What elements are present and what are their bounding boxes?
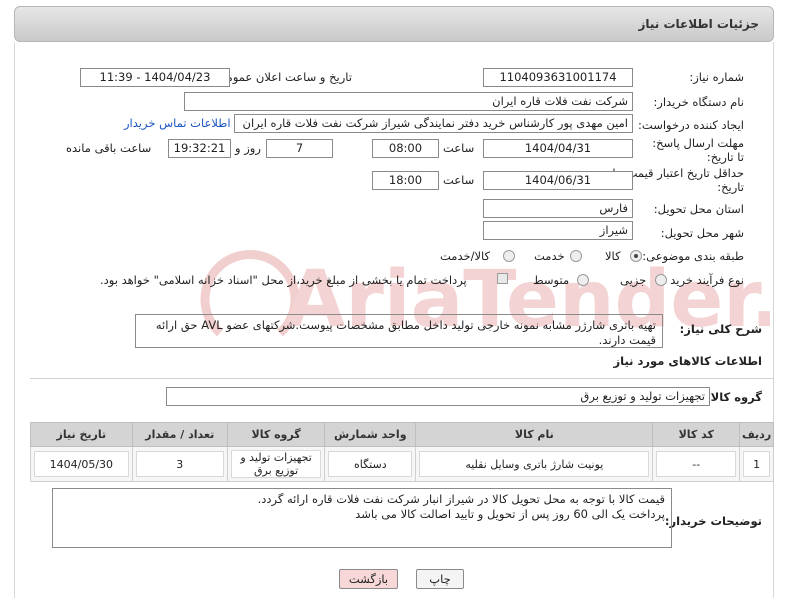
col-name: نام کالا	[415, 422, 654, 447]
buyer-notes-field: قیمت کالا با توجه به محل تحویل کالا در ش…	[52, 488, 672, 548]
delivery-city-label: شهر محل تحویل:	[660, 226, 744, 240]
print-button[interactable]: چاپ	[416, 569, 464, 589]
goods-group-field: تجهیزات تولید و توزیع برق	[166, 387, 710, 406]
buyer-org-field: شرکت نفت فلات قاره ایران	[184, 92, 633, 111]
category-option-goods: کالا	[605, 249, 621, 263]
back-button[interactable]: بازگشت	[339, 569, 398, 589]
requester-label: ایجاد کننده درخواست:	[638, 118, 744, 132]
delivery-province-label: استان محل تحویل:	[653, 202, 744, 216]
process-radio-medium[interactable]	[577, 274, 589, 286]
process-radio-minor[interactable]	[655, 274, 667, 286]
description-label: شرح کلی نیاز:	[679, 322, 762, 336]
price-validity-time: 18:00	[372, 171, 439, 190]
announce-datetime-label: تاریخ و ساعت اعلان عمومی:	[213, 70, 352, 84]
process-type-label: نوع فرآیند خرید :	[662, 273, 744, 287]
category-option-service: خدمت	[534, 249, 565, 263]
reply-deadline-label: مهلت ارسال پاسخ: تا تاریخ:	[652, 136, 744, 164]
col-need-date: تاریخ نیاز	[30, 422, 133, 447]
page-title: جزئیات اطلاعات نیاز	[638, 17, 759, 31]
cell-code: --	[652, 446, 741, 482]
requester-field: امین مهدی پور کارشناس خرید دفتر نمایندگی…	[234, 114, 633, 133]
buyer-contact-link[interactable]: اطلاعات تماس خریدار	[124, 116, 231, 130]
cell-row: 1	[739, 446, 774, 482]
category-radio-goods-service[interactable]	[503, 250, 515, 262]
remaining-time-label: ساعت باقی مانده	[66, 141, 152, 155]
col-quantity: تعداد / مقدار	[131, 422, 228, 447]
buyer-notes-line-2: پرداخت یک الی 60 روز پس از تحویل و تایید…	[355, 507, 665, 521]
buyer-notes-label: توضیحات خریدار:	[664, 514, 762, 528]
goods-table-header: ردیف کد کالا نام کالا واحد شمارش گروه کا…	[30, 422, 774, 447]
col-code: کد کالا	[652, 422, 741, 447]
need-number-field: 1104093631001174	[483, 68, 633, 87]
col-row: ردیف	[739, 422, 774, 447]
process-option-medium: متوسط	[533, 273, 570, 287]
col-unit: واحد شمارش	[324, 422, 417, 447]
category-radio-goods[interactable]	[630, 250, 642, 262]
cell-group: تجهیزات تولید و توزیع برق	[226, 446, 326, 482]
treasury-payment-note: پرداخت تمام یا بخشی از مبلغ خرید،از محل …	[100, 273, 467, 287]
delivery-city-field: شیراز	[483, 221, 633, 240]
cell-quantity: 3	[131, 446, 228, 482]
reply-deadline-time: 08:00	[372, 139, 439, 158]
description-field: تهیه باتری شارژر مشابه نمونه خارجی تولید…	[135, 314, 663, 348]
table-row: 1 -- یونیت شارژ باتری وسایل نقلیه دستگاه…	[30, 446, 774, 482]
goods-group-label: گروه کالا:	[706, 390, 762, 404]
buyer-notes-line-1: قیمت کالا با توجه به محل تحویل کالا در ش…	[257, 492, 665, 506]
cell-name: یونیت شارژ باتری وسایل نقلیه	[415, 446, 654, 482]
goods-divider	[30, 378, 774, 379]
treasury-payment-checkbox[interactable]	[497, 273, 508, 284]
price-validity-date: 1404/06/31	[483, 171, 633, 190]
col-group: گروه کالا	[226, 422, 326, 447]
need-number-label: شماره نیاز:	[689, 70, 744, 84]
category-option-goods-service: کالا/خدمت	[440, 249, 491, 263]
buyer-org-label: نام دستگاه خریدار:	[653, 95, 744, 109]
goods-section-title: اطلاعات کالاهای مورد نیاز	[613, 354, 762, 368]
cell-need-date: 1404/05/30	[30, 446, 133, 482]
cell-unit: دستگاه	[324, 446, 417, 482]
announce-datetime-field: 1404/04/23 - 11:39	[80, 68, 230, 87]
price-validity-time-label: ساعت	[443, 173, 475, 187]
category-label: طبقه بندی موضوعی:	[642, 249, 744, 263]
goods-table: ردیف کد کالا نام کالا واحد شمارش گروه کا…	[30, 422, 774, 482]
category-radio-service[interactable]	[570, 250, 582, 262]
reply-deadline-days: 7	[266, 139, 333, 158]
days-label: روز و	[235, 141, 261, 155]
reply-deadline-date: 1404/04/31	[483, 139, 633, 158]
page-header: جزئیات اطلاعات نیاز	[14, 6, 774, 42]
delivery-province-field: فارس	[483, 199, 633, 218]
remaining-time-field: 19:32:21	[168, 139, 231, 158]
reply-deadline-time-label: ساعت	[443, 141, 475, 155]
process-option-minor: جزیی	[620, 273, 647, 287]
